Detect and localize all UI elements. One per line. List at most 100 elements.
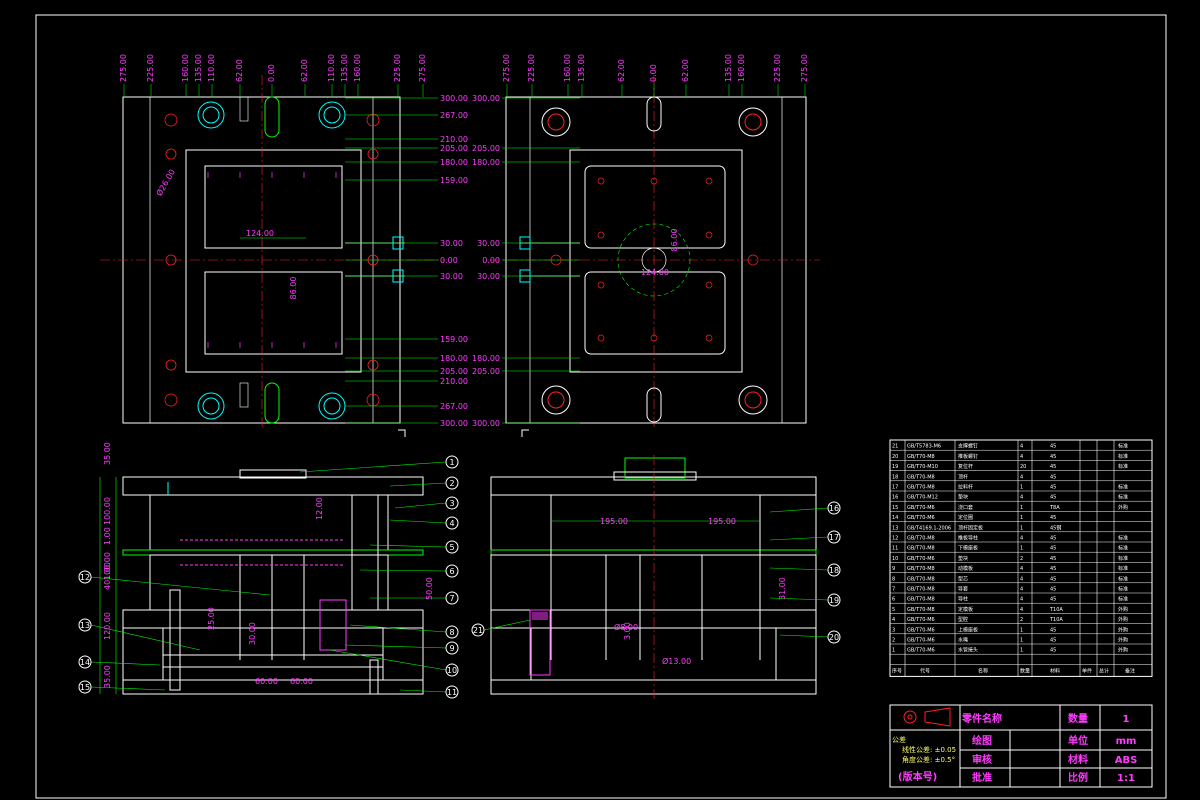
dim-left-label: 1.00 [103,527,112,545]
dim-left-label: 300.00 [472,94,500,103]
bom-no: 4 [892,617,895,623]
unit-value: mm [1116,736,1137,747]
bom-no: 16 [892,495,898,501]
section-right-view: 161718192021 195.00 195.00Ø8.003.00Ø13.00… [471,455,841,700]
bom-name: 下模座板 [958,545,978,552]
bom-code: GB/T70-M8 [907,546,935,552]
bom-name: 垫块 [958,555,968,562]
title-block: 零件名称 绘图 审核 批准 数量 1 单位 mm 材料 ABS 比例 1:1 公… [889,704,1153,788]
bom-note: 标准 [1118,443,1128,450]
bom-note: 外购 [1118,616,1128,623]
bom-code: GB/T70-M8 [907,474,935,480]
dim-right-label: 180.00 [440,354,468,363]
bom-header-no: 序号 [892,667,902,674]
balloon-label: 12 [80,573,90,582]
dim-left-label: 300.00 [472,419,500,428]
bom-qty: 4 [1020,454,1023,460]
balloon-label: 9 [449,644,454,653]
bom-qty: 1 [1020,515,1023,521]
bom-mat: 45 [1050,627,1056,633]
tolerance-title: 公差 [892,735,906,744]
bom-name: 上模座板 [958,626,978,633]
balloon-label: 10 [447,666,457,675]
bom-note: 标准 [1118,586,1128,593]
bom-name: 顶杆固定板 [958,524,983,531]
bom-note: 标准 [1118,494,1128,501]
dim-top-label: 160.00 [181,54,190,82]
dim-right-label: 300.00 [440,94,468,103]
bom-name: 支撑螺钉 [958,443,978,450]
dim-top-label: 225.00 [146,54,155,82]
bom-note: 外购 [1118,647,1128,654]
bom-no: 14 [892,515,898,521]
bom-mat: 45 [1050,648,1056,654]
bom-name: 拉料杆 [958,484,973,491]
scale-label: 比例 [1068,771,1088,784]
balloon-label: 6 [449,567,454,576]
dim-top-label: 62.00 [235,59,244,82]
dim-top-label: 275.00 [502,54,511,82]
bom-mat: 45 [1050,485,1056,491]
dim-left-label: 35.00 [103,665,112,688]
dim-inner-label: 60.00 [255,677,278,686]
bom-note: 标准 [1118,555,1128,562]
dim-top-label: 0.00 [649,64,658,82]
bom-mat: T10A [1049,607,1063,613]
dim-top-label: 225.00 [393,54,402,82]
bom-mat: T8A [1049,505,1060,511]
bom-qty: 4 [1020,536,1023,542]
bom-code: GB/T70-M6 [907,638,935,644]
bom-qty: 4 [1020,607,1023,613]
bom-no: 9 [892,566,895,572]
unit-label: 单位 [1068,734,1088,747]
bom-code: GB/T5783-M6 [907,444,941,450]
bom-code: GB/T70-M6 [907,515,935,521]
bom-note: 标准 [1118,565,1128,572]
bom-mat: 45 [1050,474,1056,480]
dim-top-label: 62.00 [300,59,309,82]
dim-top-label: 135.00 [724,54,733,82]
dim-left-label: 205.00 [472,367,500,376]
bom-mat: 45 [1050,566,1056,572]
section-left-view: 123456789101112131415 35.00100.001.00100… [78,442,459,699]
dim-label: 31.00 [778,577,787,600]
balloon-label: 5 [449,543,454,552]
projection-symbol-icon [903,710,917,724]
dim-top-label: 160.00 [353,54,362,82]
guide-pin [318,101,346,129]
dim-inner-label: 30.00 [248,622,257,645]
dim-top-label: 110.00 [327,54,336,82]
bom-no: 15 [892,505,898,511]
dim-left-label: 30.00 [477,272,500,281]
bom-qty: 2 [1020,556,1023,562]
bom-note: 标准 [1118,453,1128,460]
bom-header-mat: 材料 [1050,667,1060,674]
scale-value: 1:1 [1117,773,1135,784]
check-label: 审核 [972,753,992,766]
bom-note: 外购 [1118,637,1128,644]
bom-no: 3 [892,627,895,633]
bom-name: 定模板 [958,606,973,613]
bom-qty: 1 [1020,627,1023,633]
bom-mat: 45 [1050,587,1056,593]
balloon-label: 21 [473,626,483,635]
dim-inner-label: 12.00 [315,497,324,520]
bom-qty: 1 [1020,505,1023,511]
bom-header-note: 备注 [1125,667,1135,674]
cad-drawing: 275.00 225.00 160.00 135.00 110.00 62.00 0.00 6… [35,14,1167,799]
bom-no: 8 [892,576,895,582]
dim-height-label: 86.00 [289,277,298,300]
balloon-label: 18 [829,566,839,575]
bom-no: 20 [892,454,898,460]
draw-label: 绘图 [972,734,992,747]
dim-top-label: 110.00 [207,54,216,82]
bom-mat: 45 [1050,495,1056,501]
dim-center-h: 124.00 [641,268,669,277]
bom-no: 19 [892,464,898,470]
balloon-label: 13 [80,621,90,630]
dim-right-label: 0.00 [440,256,458,265]
bom-note: 标准 [1118,596,1128,603]
bom-note: 标准 [1118,545,1128,552]
dim-top-label: 160.00 [737,54,746,82]
balloon-label: 19 [829,596,839,605]
